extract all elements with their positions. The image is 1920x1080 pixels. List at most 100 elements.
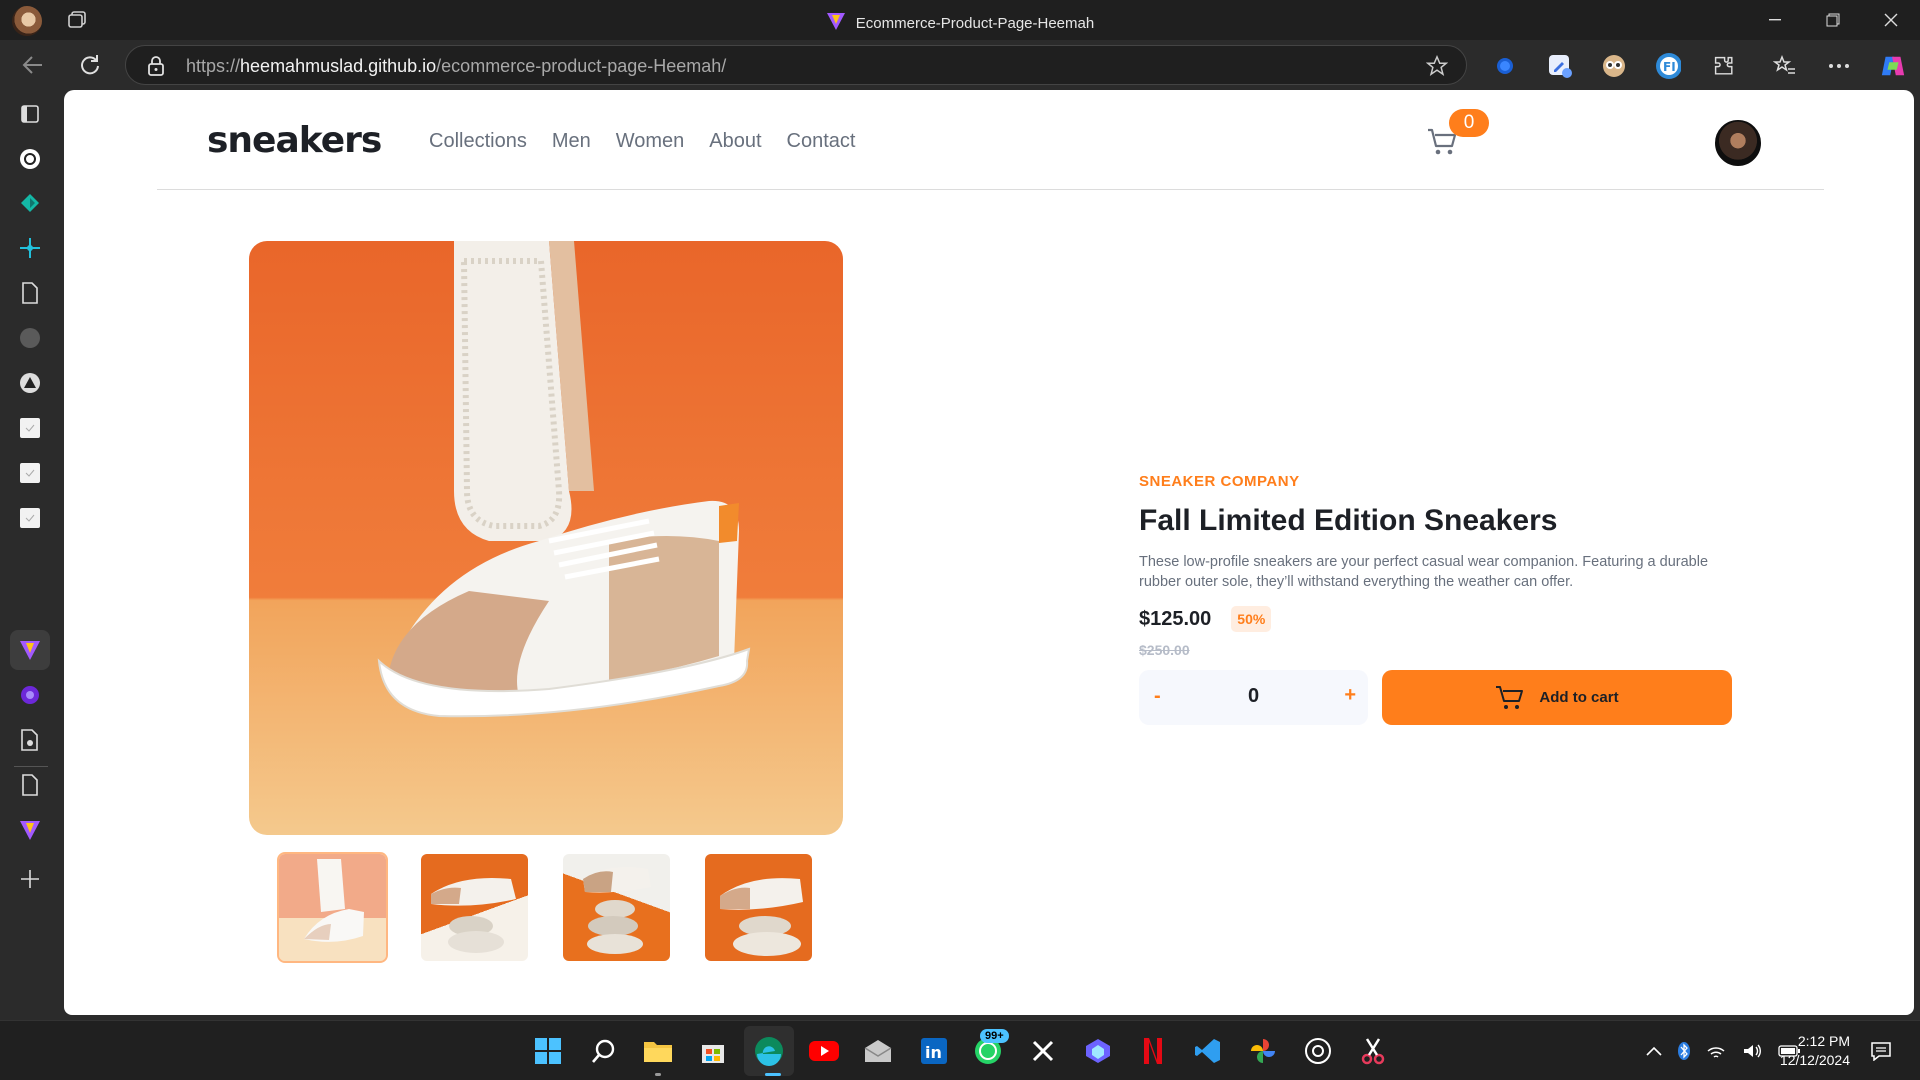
- bluetooth-icon[interactable]: [1678, 1042, 1690, 1060]
- search-icon[interactable]: [588, 1035, 620, 1067]
- sidebar-page-icon-1[interactable]: [17, 415, 43, 441]
- clock[interactable]: 2:12 PM 12/12/2024: [1780, 1032, 1850, 1070]
- start-windows-icon[interactable]: [532, 1035, 564, 1067]
- main-nav: Collections Men Women About Contact: [429, 130, 855, 153]
- thumbnail-2[interactable]: [421, 854, 528, 961]
- url-text[interactable]: https://heemahmuslad.github.io/ecommerce…: [186, 56, 726, 77]
- netflix-icon[interactable]: [1137, 1035, 1169, 1067]
- sidebar-chatgpt-icon[interactable]: [17, 146, 43, 172]
- browser-title-bar: Ecommerce-Product-Page-Heemah: [0, 0, 1920, 40]
- explorer-running-indicator: [655, 1073, 661, 1076]
- photos-pinwheel-icon[interactable]: [1247, 1035, 1279, 1067]
- nav-women[interactable]: Women: [616, 130, 685, 153]
- clock-time: 2:12 PM: [1797, 1033, 1850, 1049]
- add-to-cart-button[interactable]: Add to cart: [1382, 670, 1732, 725]
- snipping-tool-icon[interactable]: [1357, 1035, 1389, 1067]
- sidebar-vite-icon[interactable]: [17, 637, 43, 663]
- extension-fi-icon[interactable]: FI: [1655, 53, 1681, 79]
- product-name: Fall Limited Edition Sneakers: [1139, 504, 1558, 537]
- quantity-value: 0: [1247, 685, 1260, 707]
- window-title: Ecommerce-Product-Page-Heemah: [0, 11, 1920, 32]
- site-header: sneakers Collections Men Women About Con…: [157, 90, 1824, 190]
- quantity-stepper: - 0 +: [1139, 670, 1368, 725]
- add-to-cart-cart-icon: [1496, 685, 1524, 709]
- sidebar-tabs-icon[interactable]: [17, 101, 43, 127]
- user-avatar[interactable]: [1713, 118, 1763, 168]
- browser-toolbar: https://heemahmuslad.github.io/ecommerce…: [0, 40, 1920, 90]
- whatsapp-unread-badge: 99+: [980, 1029, 1009, 1043]
- sidebar-page-icon-2[interactable]: [17, 460, 43, 486]
- file-explorer-icon[interactable]: [642, 1035, 674, 1067]
- linkedin-icon[interactable]: in: [918, 1035, 950, 1067]
- purchase-actions: - 0 + Add to cart: [1139, 670, 1739, 725]
- more-menu-icon[interactable]: [1826, 53, 1852, 79]
- youtube-icon[interactable]: [808, 1035, 840, 1067]
- vscode-icon[interactable]: [1192, 1035, 1224, 1067]
- sidebar-sparkle-icon[interactable]: [17, 235, 43, 261]
- nav-contact[interactable]: Contact: [787, 130, 856, 153]
- extensions-puzzle-icon[interactable]: [1711, 53, 1737, 79]
- thumbnail-3[interactable]: [563, 854, 670, 961]
- favorite-star-icon[interactable]: [1426, 55, 1448, 77]
- back-arrow-icon[interactable]: [20, 52, 46, 78]
- sidebar-vite-icon-2[interactable]: [17, 817, 43, 843]
- window-title-text: Ecommerce-Product-Page-Heemah: [855, 15, 1095, 32]
- edge-running-indicator: [765, 1073, 781, 1076]
- sidebar-teal-app-icon[interactable]: [17, 190, 43, 216]
- sidebar-document-icon[interactable]: [17, 280, 43, 306]
- url-path: /ecommerce-product-page-Heemah/: [436, 56, 727, 76]
- lock-icon[interactable]: [148, 56, 164, 76]
- sidebar-separator: [14, 766, 48, 767]
- minimize-button[interactable]: [1746, 0, 1804, 40]
- product-main-image[interactable]: [249, 241, 843, 835]
- nav-collections[interactable]: Collections: [429, 130, 527, 153]
- copilot-icon[interactable]: [1880, 53, 1906, 79]
- thumbnail-1[interactable]: [277, 852, 388, 963]
- volume-icon[interactable]: [1742, 1043, 1762, 1059]
- sidebar-purple-app-icon[interactable]: [17, 682, 43, 708]
- windows-taskbar: in 99+ 2:12 PM 12/12/2024: [0, 1020, 1920, 1080]
- restore-button[interactable]: [1804, 0, 1862, 40]
- tray-chevron-up-icon[interactable]: [1646, 1046, 1662, 1056]
- system-tray: [1646, 1042, 1800, 1060]
- wifi-icon[interactable]: [1706, 1043, 1726, 1059]
- clock-date: 12/12/2024: [1779, 1052, 1850, 1068]
- sidebar-grey-circle-icon[interactable]: [17, 325, 43, 351]
- edge-browser-icon[interactable]: [753, 1035, 785, 1067]
- mail-icon[interactable]: [862, 1035, 894, 1067]
- close-window-button[interactable]: [1862, 0, 1920, 40]
- increase-quantity-button[interactable]: +: [1344, 684, 1356, 707]
- svg-text:in: in: [925, 1043, 942, 1062]
- sidebar-triangle-app-icon[interactable]: [17, 370, 43, 396]
- x-twitter-icon[interactable]: [1027, 1035, 1059, 1067]
- cart-count-badge: 0: [1449, 109, 1489, 137]
- product-description: These low-profile sneakers are your perf…: [1139, 554, 1709, 590]
- product-thumbnails: [277, 852, 812, 963]
- sidebar-page-icon-3[interactable]: [17, 505, 43, 531]
- site-logo[interactable]: sneakers: [207, 120, 382, 161]
- microsoft-store-icon[interactable]: [697, 1035, 729, 1067]
- vite-favicon-icon: [826, 13, 845, 30]
- address-bar[interactable]: https://heemahmuslad.github.io/ecommerce…: [125, 45, 1467, 85]
- sidebar-add-icon[interactable]: [17, 866, 43, 892]
- sidebar-file-icon[interactable]: [17, 772, 43, 798]
- notification-center-icon[interactable]: [1870, 1041, 1892, 1061]
- extension-owl-icon[interactable]: [1601, 53, 1627, 79]
- extension-blue-circle-icon[interactable]: [1492, 53, 1518, 79]
- product-company: SNEAKER COMPANY: [1139, 473, 1300, 490]
- url-host: heemahmuslad.github.io: [240, 56, 437, 76]
- original-price: $250.00: [1139, 642, 1190, 658]
- price-row: $125.00 50%: [1139, 606, 1739, 632]
- extension-pen-icon[interactable]: [1547, 53, 1573, 79]
- thumbnail-4[interactable]: [705, 854, 812, 961]
- url-scheme: https://: [186, 56, 241, 76]
- favorites-list-icon[interactable]: [1772, 53, 1798, 79]
- copilot-taskbar-icon[interactable]: [1082, 1035, 1114, 1067]
- svg-text:FI: FI: [1663, 60, 1676, 74]
- sidebar-file-settings-icon[interactable]: [17, 727, 43, 753]
- nav-men[interactable]: Men: [552, 130, 591, 153]
- reload-icon[interactable]: [76, 52, 102, 78]
- nav-about[interactable]: About: [709, 130, 761, 153]
- add-to-cart-label: Add to cart: [1539, 689, 1619, 706]
- chatgpt-taskbar-icon[interactable]: [1302, 1035, 1334, 1067]
